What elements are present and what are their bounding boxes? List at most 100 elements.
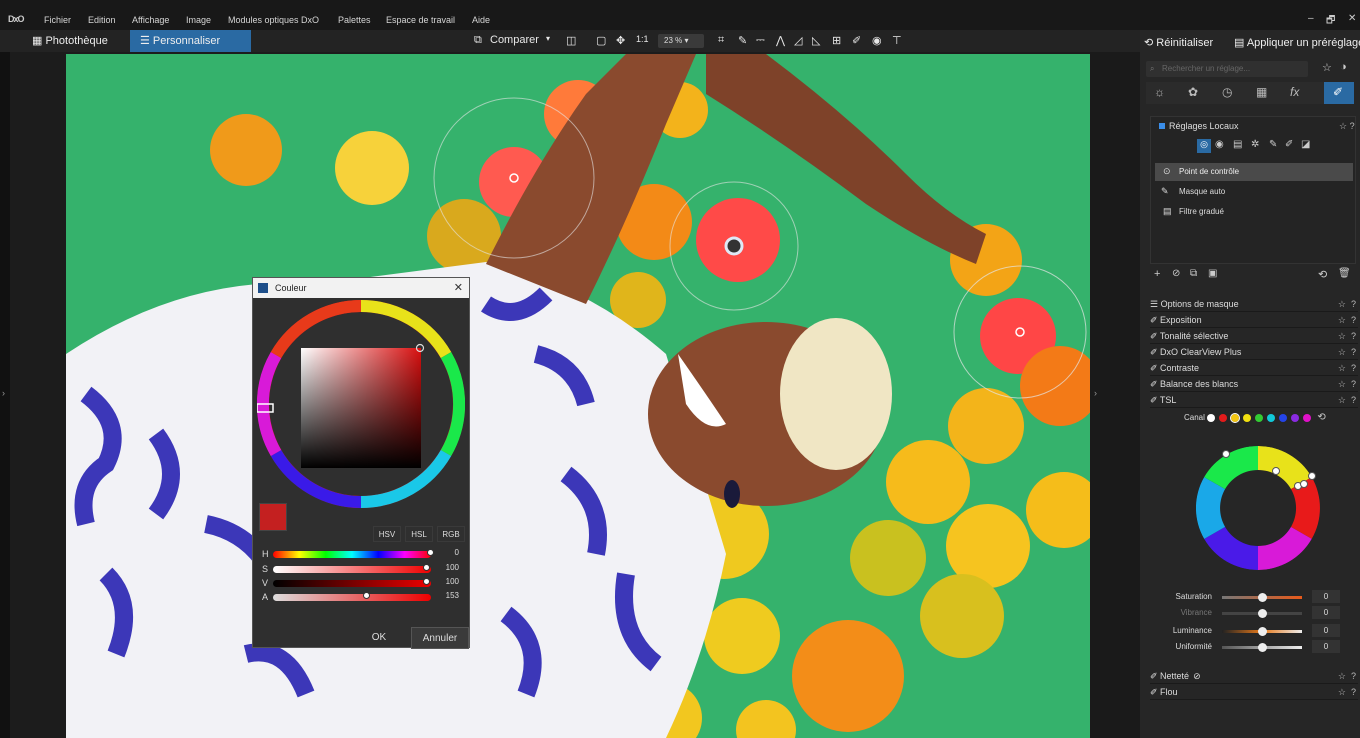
- channel-swatch[interactable]: [1255, 413, 1264, 422]
- star-icon[interactable]: ☆: [1338, 684, 1346, 700]
- channel-swatch[interactable]: [1219, 413, 1228, 422]
- help-icon[interactable]: ?: [1351, 376, 1356, 392]
- expand-left-icon[interactable]: ›: [2, 388, 5, 398]
- channel-swatch[interactable]: [1303, 413, 1312, 422]
- light-tab-icon[interactable]: ☼: [1154, 85, 1165, 99]
- pen-tool-icon[interactable]: ✐: [1285, 139, 1293, 150]
- section-clearview[interactable]: ✐ DxO ClearView Plus ☆?: [1150, 344, 1358, 360]
- paste-icon[interactable]: ▣: [1208, 268, 1217, 279]
- brush-tool-icon[interactable]: ✎: [1269, 139, 1277, 150]
- dialog-close-icon[interactable]: ✕: [454, 278, 463, 298]
- image-viewer[interactable]: [66, 54, 1090, 738]
- slider-value[interactable]: 0: [1312, 624, 1340, 637]
- eraser-tool-icon[interactable]: ◪: [1301, 139, 1310, 150]
- single-view-icon[interactable]: ◫: [566, 34, 576, 47]
- star-icon[interactable]: ☆ ?: [1339, 121, 1355, 132]
- mode-rgb-button[interactable]: RGB: [437, 526, 465, 542]
- channel-swatch[interactable]: [1279, 413, 1288, 422]
- saturation-slider[interactable]: [273, 566, 431, 573]
- star-icon[interactable]: ☆: [1338, 344, 1346, 360]
- menu-affichage[interactable]: Affichage: [132, 15, 169, 25]
- menu-image[interactable]: Image: [186, 15, 211, 25]
- section-flou[interactable]: ✐ Flou ☆?: [1150, 684, 1358, 700]
- crop-icon[interactable]: ⌗: [718, 34, 724, 47]
- channel-swatch[interactable]: [1267, 413, 1276, 422]
- help-icon[interactable]: ?: [1351, 684, 1356, 700]
- saturation-knob[interactable]: [423, 564, 430, 571]
- perspective-rect-icon[interactable]: ◿: [794, 34, 802, 47]
- help-icon[interactable]: ?: [1351, 312, 1356, 328]
- ok-button[interactable]: OK: [351, 627, 407, 649]
- hand-icon[interactable]: ✥: [616, 34, 625, 47]
- section-exposition[interactable]: ✐ Exposition ☆?: [1150, 312, 1358, 328]
- section-contraste[interactable]: ✐ Contraste ☆?: [1150, 360, 1358, 376]
- slider-knob[interactable]: [1258, 593, 1267, 602]
- channel-h-value[interactable]: 0: [437, 548, 459, 559]
- tab-phototheque[interactable]: ▦ Photothèque: [22, 30, 130, 52]
- tab-personnaliser[interactable]: ☰ Personnaliser: [130, 30, 251, 52]
- help-icon[interactable]: ?: [1351, 328, 1356, 344]
- white-balance-icon[interactable]: ✎: [738, 34, 747, 47]
- slider-knob[interactable]: [1258, 609, 1267, 618]
- star-icon[interactable]: ☆: [1338, 328, 1346, 344]
- cancel-button[interactable]: Annuler: [411, 627, 469, 649]
- menu-espace-de-travail[interactable]: Espace de travail: [386, 15, 455, 25]
- one-to-one-button[interactable]: 1:1: [636, 34, 649, 44]
- help-icon[interactable]: ?: [1351, 360, 1356, 376]
- restore-icon[interactable]: 🗗: [1326, 13, 1335, 30]
- alpha-slider[interactable]: [273, 594, 431, 601]
- slider-value[interactable]: 0: [1312, 590, 1340, 603]
- value-slider[interactable]: [273, 580, 431, 587]
- tool-item-control-point[interactable]: ⊙ Point de contrôle: [1155, 163, 1353, 181]
- add-icon[interactable]: +: [1154, 268, 1160, 280]
- mode-hsv-button[interactable]: HSV: [373, 526, 401, 542]
- compare-button[interactable]: Comparer: [490, 34, 539, 46]
- hue-knob[interactable]: [427, 549, 434, 556]
- control-point-tool-icon[interactable]: ◎: [1197, 139, 1211, 153]
- detail-tab-icon[interactable]: ◷: [1222, 85, 1232, 99]
- hide-icon[interactable]: ⊘: [1172, 268, 1180, 279]
- graduated-filter-tool-icon[interactable]: ▤: [1233, 139, 1242, 150]
- mask-tool-icon[interactable]: ◉: [1215, 139, 1224, 150]
- reset-channel-icon[interactable]: ⟲: [1317, 412, 1325, 423]
- favorite-icon[interactable]: ☆: [1322, 61, 1332, 74]
- color-picker-wheel[interactable]: [257, 300, 465, 508]
- section-nettete[interactable]: ✐ Netteté ⊘ ☆?: [1150, 668, 1358, 684]
- geometry-tab-icon[interactable]: ▦: [1256, 85, 1267, 99]
- toggle-icon[interactable]: ◑: [1340, 61, 1347, 73]
- perspective-icon[interactable]: ⋀: [776, 34, 785, 47]
- mode-hsl-button[interactable]: HSL: [405, 526, 433, 542]
- section-balance-des-blancs[interactable]: ✐ Balance des blancs ☆?: [1150, 376, 1358, 392]
- hue-slider[interactable]: [273, 551, 431, 558]
- channel-s-value[interactable]: 100: [437, 563, 459, 574]
- section-tsl[interactable]: ✐ TSL ☆?: [1150, 392, 1358, 408]
- fx-tab-icon[interactable]: fx: [1290, 85, 1299, 99]
- grid-overlay-icon[interactable]: ⊞: [832, 34, 841, 47]
- help-icon[interactable]: ?: [1351, 668, 1356, 684]
- channel-swatch[interactable]: [1207, 413, 1216, 422]
- compare-icon[interactable]: ⧉: [474, 34, 482, 47]
- channel-v-value[interactable]: 100: [437, 577, 459, 588]
- copy-icon[interactable]: ⧉: [1190, 268, 1197, 279]
- apply-preset-button[interactable]: ▤ Appliquer un préréglage: [1234, 36, 1360, 49]
- horizon-icon[interactable]: ⎓: [756, 34, 765, 47]
- slider-knob[interactable]: [1258, 643, 1267, 652]
- star-icon[interactable]: ☆: [1338, 376, 1346, 392]
- star-icon[interactable]: ☆: [1338, 392, 1346, 408]
- undo-icon[interactable]: ⟲: [1318, 268, 1327, 281]
- minimize-icon[interactable]: –: [1308, 13, 1314, 24]
- color-wheel[interactable]: [1196, 446, 1320, 570]
- left-panel-collapsed[interactable]: ›: [0, 52, 10, 738]
- menu-fichier[interactable]: Fichier: [44, 15, 71, 25]
- collapse-right-icon[interactable]: ›: [1094, 388, 1097, 398]
- help-icon[interactable]: ?: [1351, 392, 1356, 408]
- delete-icon[interactable]: 🗑: [1338, 268, 1351, 279]
- channel-swatch[interactable]: [1243, 413, 1252, 422]
- star-icon[interactable]: ☆: [1338, 360, 1346, 376]
- tool-item-auto-mask[interactable]: ✎ Masque auto: [1155, 183, 1353, 201]
- section-tonalite-selective[interactable]: ✐ Tonalité sélective ☆?: [1150, 328, 1358, 344]
- auto-mask-tool-icon[interactable]: ✲: [1251, 139, 1259, 150]
- local-tab[interactable]: ✐: [1324, 82, 1354, 104]
- perspective-4pt-icon[interactable]: ◺: [812, 34, 820, 47]
- redeye-icon[interactable]: ◉: [872, 34, 882, 47]
